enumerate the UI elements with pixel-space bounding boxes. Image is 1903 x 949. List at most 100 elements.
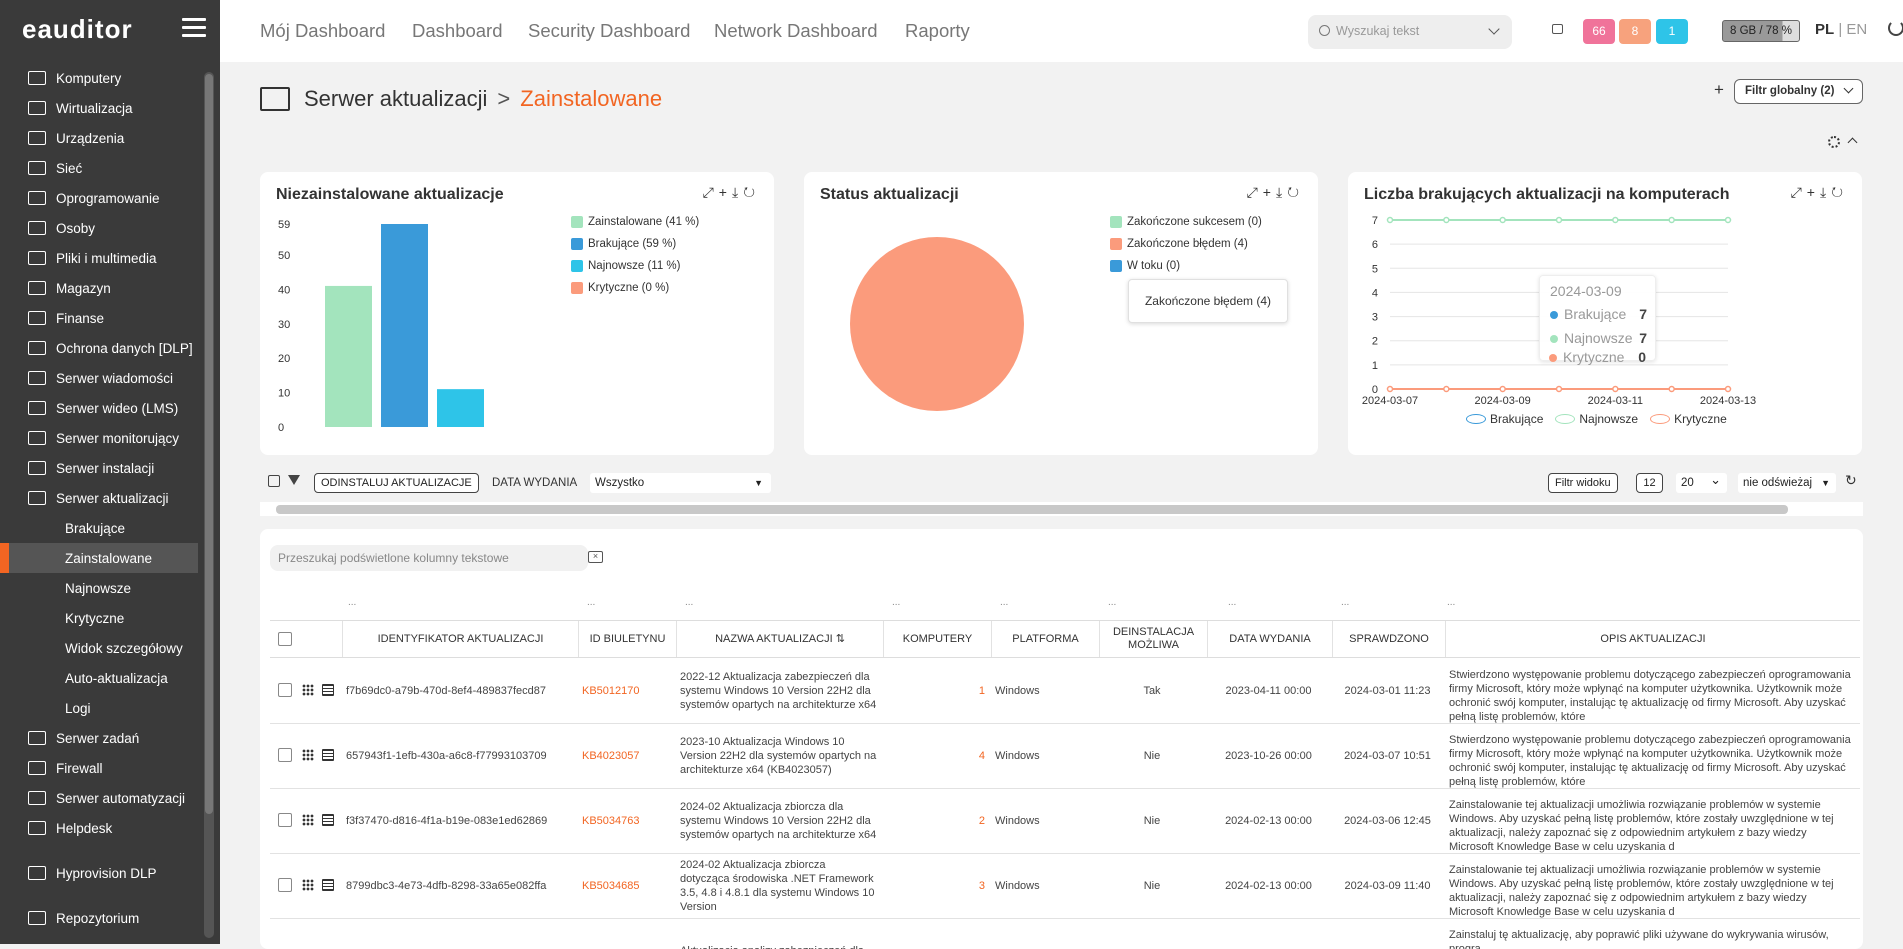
sidebar-item[interactable]: Auto-aktualizacja xyxy=(0,663,198,693)
column-filter[interactable]: ... xyxy=(348,597,356,608)
search-input[interactable]: Wyszukaj tekst xyxy=(1308,15,1512,49)
export-icon[interactable] xyxy=(268,475,280,487)
page-size-select[interactable]: 20 ⌄ xyxy=(1676,472,1727,493)
topnav-dashboard[interactable]: Dashboard xyxy=(412,20,503,42)
table-row[interactable]: 8799dbc3-4e73-4dfb-8298-33a65e082ffa KB50… xyxy=(270,854,1860,919)
row-checkbox[interactable] xyxy=(278,683,292,697)
header-description[interactable]: OPIS AKTUALIZACJI xyxy=(1445,621,1860,657)
legend-critical[interactable]: Krytyczne (0 %) xyxy=(571,281,669,295)
header-checked[interactable]: SPRAWDZONO xyxy=(1332,621,1445,657)
breadcrumb-parent[interactable]: Serwer aktualizacji xyxy=(304,86,487,112)
column-filter[interactable]: ... xyxy=(1447,597,1455,608)
alert-badge-critical[interactable]: 66 xyxy=(1583,19,1615,44)
sidebar-item[interactable]: Logi xyxy=(0,693,198,723)
legend-success[interactable]: Zakończone sukcesem (0) xyxy=(1110,215,1262,229)
drag-handle-icon[interactable] xyxy=(302,879,314,891)
drag-handle-icon[interactable] xyxy=(302,749,314,761)
sidebar-item[interactable]: Oprogramowanie xyxy=(0,183,198,213)
sidebar-item[interactable]: Krytyczne xyxy=(0,603,198,633)
settings-gear-icon[interactable] xyxy=(1828,136,1840,148)
sidebar-item[interactable]: Komputery xyxy=(0,63,198,93)
chevron-down-icon[interactable] xyxy=(1488,23,1500,35)
lang-en[interactable]: EN xyxy=(1846,21,1867,38)
details-icon[interactable] xyxy=(322,684,334,696)
table-row[interactable]: 657943f1-1efb-430a-a6c8-f77993103709 KB40… xyxy=(270,724,1860,789)
column-filter[interactable]: ... xyxy=(1000,597,1008,608)
column-filter[interactable]: ... xyxy=(1108,597,1116,608)
cell-computers[interactable]: 3 xyxy=(887,854,985,918)
row-checkbox[interactable] xyxy=(278,748,292,762)
sidebar-scroll-thumb[interactable] xyxy=(205,74,213,814)
legend-error[interactable]: Zakończone błędem (4) xyxy=(1110,237,1248,251)
sidebar-item[interactable]: Serwer instalacji xyxy=(0,453,198,483)
legend-missing[interactable]: Brakujące xyxy=(1466,412,1543,426)
legend-missing[interactable]: Brakujące (59 %) xyxy=(571,237,676,251)
power-icon[interactable] xyxy=(1888,20,1903,36)
sidebar-item[interactable]: Repozytorium xyxy=(0,903,198,933)
sidebar-item[interactable]: Serwer monitorujący xyxy=(0,423,198,453)
refresh-interval-select[interactable]: nie odświeżaj ▼ xyxy=(1738,473,1836,493)
horizontal-scrollbar[interactable] xyxy=(260,502,1863,516)
legend-installed[interactable]: Zainstalowane (41 %) xyxy=(571,215,699,229)
sidebar-scrollbar[interactable] xyxy=(204,72,214,938)
sidebar-item[interactable]: Ochrona danych [DLP] xyxy=(0,333,198,363)
sidebar-item[interactable]: Serwer automatyzacji xyxy=(0,783,198,813)
column-filter[interactable]: ... xyxy=(685,597,693,608)
sidebar-item[interactable]: Magazyn xyxy=(0,273,198,303)
alert-badge-info[interactable]: 1 xyxy=(1656,19,1688,44)
table-row[interactable]: Aktualizacja analizy zabezpieczeń dla Zai… xyxy=(270,919,1860,949)
sidebar-item[interactable]: Serwer zadań xyxy=(0,723,198,753)
collapse-icon[interactable] xyxy=(1847,137,1858,148)
sidebar-item[interactable]: Serwer aktualizacji xyxy=(0,483,198,513)
column-filter[interactable]: ... xyxy=(1228,597,1236,608)
add-icon[interactable]: + xyxy=(1263,184,1276,200)
cell-kb[interactable]: KB5034685 xyxy=(582,854,670,918)
column-filter[interactable]: ... xyxy=(1341,597,1349,608)
topnav-reports[interactable]: Raporty xyxy=(905,20,970,42)
legend-critical[interactable]: Krytyczne xyxy=(1650,412,1727,426)
filter-icon[interactable] xyxy=(288,475,300,485)
cell-kb[interactable]: KB5012170 xyxy=(582,659,670,723)
sidebar-item[interactable]: Brakujące xyxy=(0,513,198,543)
drag-handle-icon[interactable] xyxy=(302,814,314,826)
legend-newest[interactable]: Najnowsze (11 %) xyxy=(571,259,680,273)
topnav-network-dashboard[interactable]: Network Dashboard xyxy=(714,20,878,42)
release-date-select[interactable]: Wszystko ▼ xyxy=(590,473,771,493)
sidebar-item[interactable]: Urządzenia xyxy=(0,123,198,153)
topnav-my-dashboard[interactable]: Mój Dashboard xyxy=(260,20,385,42)
header-update-id[interactable]: IDENTYFIKATOR AKTUALIZACJI xyxy=(342,621,578,657)
download-icon[interactable]: ⤓ xyxy=(1276,184,1287,200)
header-update-name[interactable]: NAZWA AKTUALIZACJI ⇅ xyxy=(676,621,883,657)
menu-toggle-icon[interactable] xyxy=(182,18,206,38)
header-platform[interactable]: PLATFORMA xyxy=(991,621,1099,657)
table-row[interactable]: f7b69dc0-a79b-470d-8ef4-489837fecd87 KB50… xyxy=(270,659,1860,724)
header-release-date[interactable]: DATA WYDANIA xyxy=(1207,621,1332,657)
legend-newest[interactable]: Najnowsze xyxy=(1555,412,1638,426)
column-filter[interactable]: ... xyxy=(892,597,900,608)
sidebar-item[interactable]: Osoby xyxy=(0,213,198,243)
global-filter-button[interactable]: Filtr globalny (2) xyxy=(1734,79,1863,104)
cell-computers[interactable] xyxy=(887,919,985,949)
header-uninstallable[interactable]: DEINSTALACJA MOŻLIWA xyxy=(1099,621,1207,657)
refresh-icon[interactable]: ↻ xyxy=(1287,184,1304,200)
lang-pl[interactable]: PL xyxy=(1815,21,1834,38)
sidebar-item[interactable]: Hyprovision DLP xyxy=(0,858,198,888)
details-icon[interactable] xyxy=(322,749,334,761)
sidebar-item[interactable]: Pliki i multimedia xyxy=(0,243,198,273)
cell-computers[interactable]: 2 xyxy=(887,789,985,853)
cell-computers[interactable]: 4 xyxy=(887,724,985,788)
sidebar-item[interactable]: Widok szczegółowy xyxy=(0,633,198,663)
add-widget-icon[interactable]: + xyxy=(1714,80,1724,100)
sidebar-item[interactable]: Wirtualizacja xyxy=(0,93,198,123)
details-icon[interactable] xyxy=(322,814,334,826)
topnav-security-dashboard[interactable]: Security Dashboard xyxy=(528,20,690,42)
legend-in-progress[interactable]: W toku (0) xyxy=(1110,259,1180,273)
drag-handle-icon[interactable] xyxy=(302,684,314,696)
header-computers[interactable]: KOMPUTERY xyxy=(883,621,991,657)
cell-computers[interactable]: 1 xyxy=(887,659,985,723)
horizontal-scroll-thumb[interactable] xyxy=(276,505,1788,514)
view-filter-button[interactable]: Filtr widoku xyxy=(1548,473,1618,493)
chat-icon[interactable] xyxy=(1552,24,1563,34)
refresh-icon[interactable]: ↻ xyxy=(1845,472,1857,489)
sidebar-item[interactable]: Finanse xyxy=(0,303,198,333)
